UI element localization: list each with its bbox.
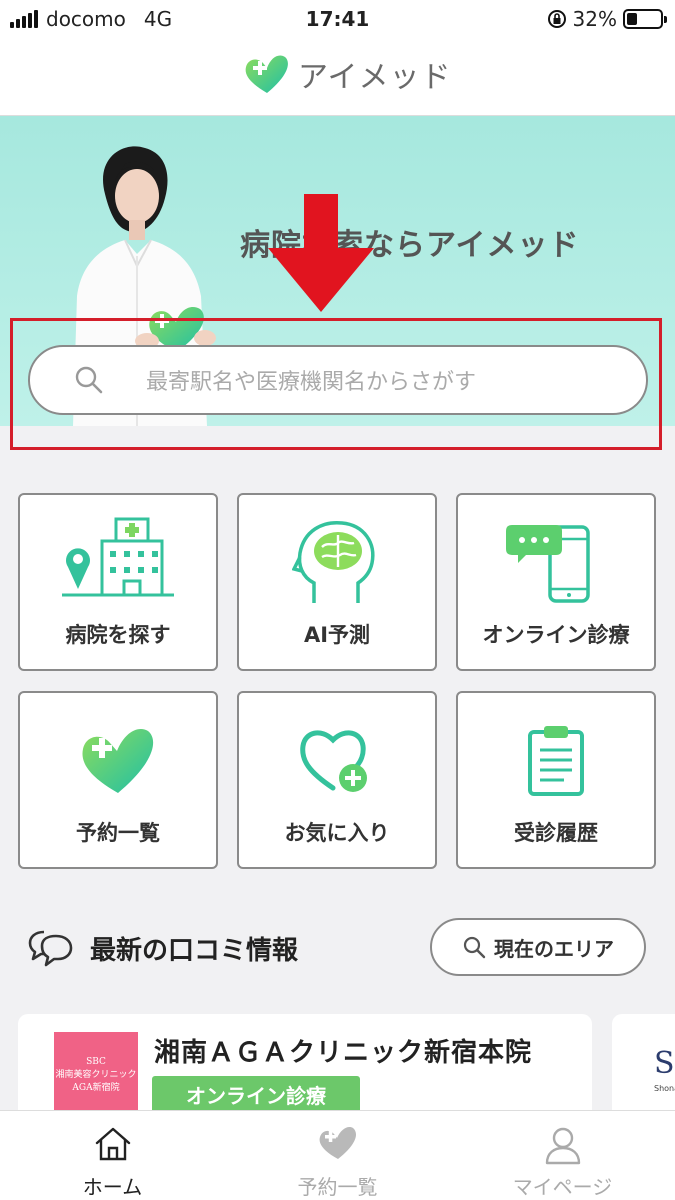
menu-label: 病院を探す [65,623,171,647]
clinic-logo: SBC 湘南美容クリニック AGA新宿院 [54,1032,138,1116]
status-bar: docomo 4G 17:41 32% [0,0,675,40]
tab-label: マイページ [512,1175,613,1199]
menu-label: AI予測 [303,623,371,647]
search-icon [75,366,103,394]
online-chat-phone-icon [506,525,590,603]
clinic-card[interactable]: SBC 湘南美容クリニック AGA新宿院 湘南ＡＧＡクリニック新宿本院 オンライ… [18,1014,592,1124]
search-icon [463,936,486,959]
current-area-button[interactable]: 現在のエリア [430,918,646,976]
app-header: アイメッド [0,40,675,116]
chat-bubbles-icon [28,930,73,967]
menu-tile-visit-history[interactable]: 受診履歴 [456,691,656,869]
menu-label: 受診履歴 [514,821,598,845]
rotation-lock-icon [547,10,566,28]
tab-reservations[interactable]: 予約一覧 [225,1111,450,1200]
menu-tile-hospital-search[interactable]: 病院を探す [18,493,218,671]
tab-home[interactable]: ホーム [0,1111,225,1200]
current-area-label: 現在のエリア [494,936,614,961]
clinic-logo-line: AGA新宿院 [72,1083,120,1093]
hospital-search-icon [62,517,174,597]
menu-tile-online-consultation[interactable]: オンライン診療 [456,493,656,671]
heart-logo-icon [82,729,154,793]
clinic-logo-sub: Shona [654,1084,675,1093]
menu-label: オンライン診療 [482,623,630,647]
search-placeholder: 最寄駅名や医療機関名からさがす [146,370,477,395]
reviews-title: 最新の口コミ情報 [90,936,299,966]
clinic-logo-line: SBC [86,1057,106,1067]
app-screen: docomo 4G 17:41 32% アイメッド 病院検索ならアイメッド 最寄… [0,0,675,1200]
ai-brain-icon [292,521,375,603]
bottom-tab-bar: ホーム 予約一覧 マイページ [0,1110,675,1200]
reviews-header: 最新の口コミ情報 現在のエリア [0,918,675,978]
person-icon [545,1127,580,1165]
clinic-card-next[interactable]: SI Shona [612,1014,675,1124]
status-right: 32% [547,7,667,31]
menu-tile-reservations[interactable]: 予約一覧 [18,691,218,869]
heart-plus-icon [300,730,367,792]
search-bar[interactable]: 最寄駅名や医療機関名からさがす [28,345,648,415]
home-icon [95,1127,130,1161]
clinic-logo-line: 湘南美容クリニック [55,1070,137,1080]
battery-icon [623,9,667,29]
tab-my-page[interactable]: マイページ [450,1111,675,1200]
arrow-down-icon [268,194,374,312]
heart-logo-icon [319,1127,356,1159]
heart-logo-icon [245,55,288,93]
clinic-name: 湘南ＡＧＡクリニック新宿本院 [154,1038,533,1068]
tab-label: 予約一覧 [297,1175,378,1199]
menu-tile-ai-prediction[interactable]: AI予測 [237,493,437,671]
menu-label: お気に入り [284,821,390,845]
tab-label: ホーム [82,1175,143,1199]
battery-percent: 32% [572,7,617,31]
menu-label: 予約一覧 [76,821,160,845]
menu-tile-favorites[interactable]: お気に入り [237,691,437,869]
brand[interactable]: アイメッド [244,52,452,96]
clipboard-icon [528,726,584,796]
app-name: アイメッド [298,60,452,95]
clinic-logo: SI [654,1046,675,1081]
